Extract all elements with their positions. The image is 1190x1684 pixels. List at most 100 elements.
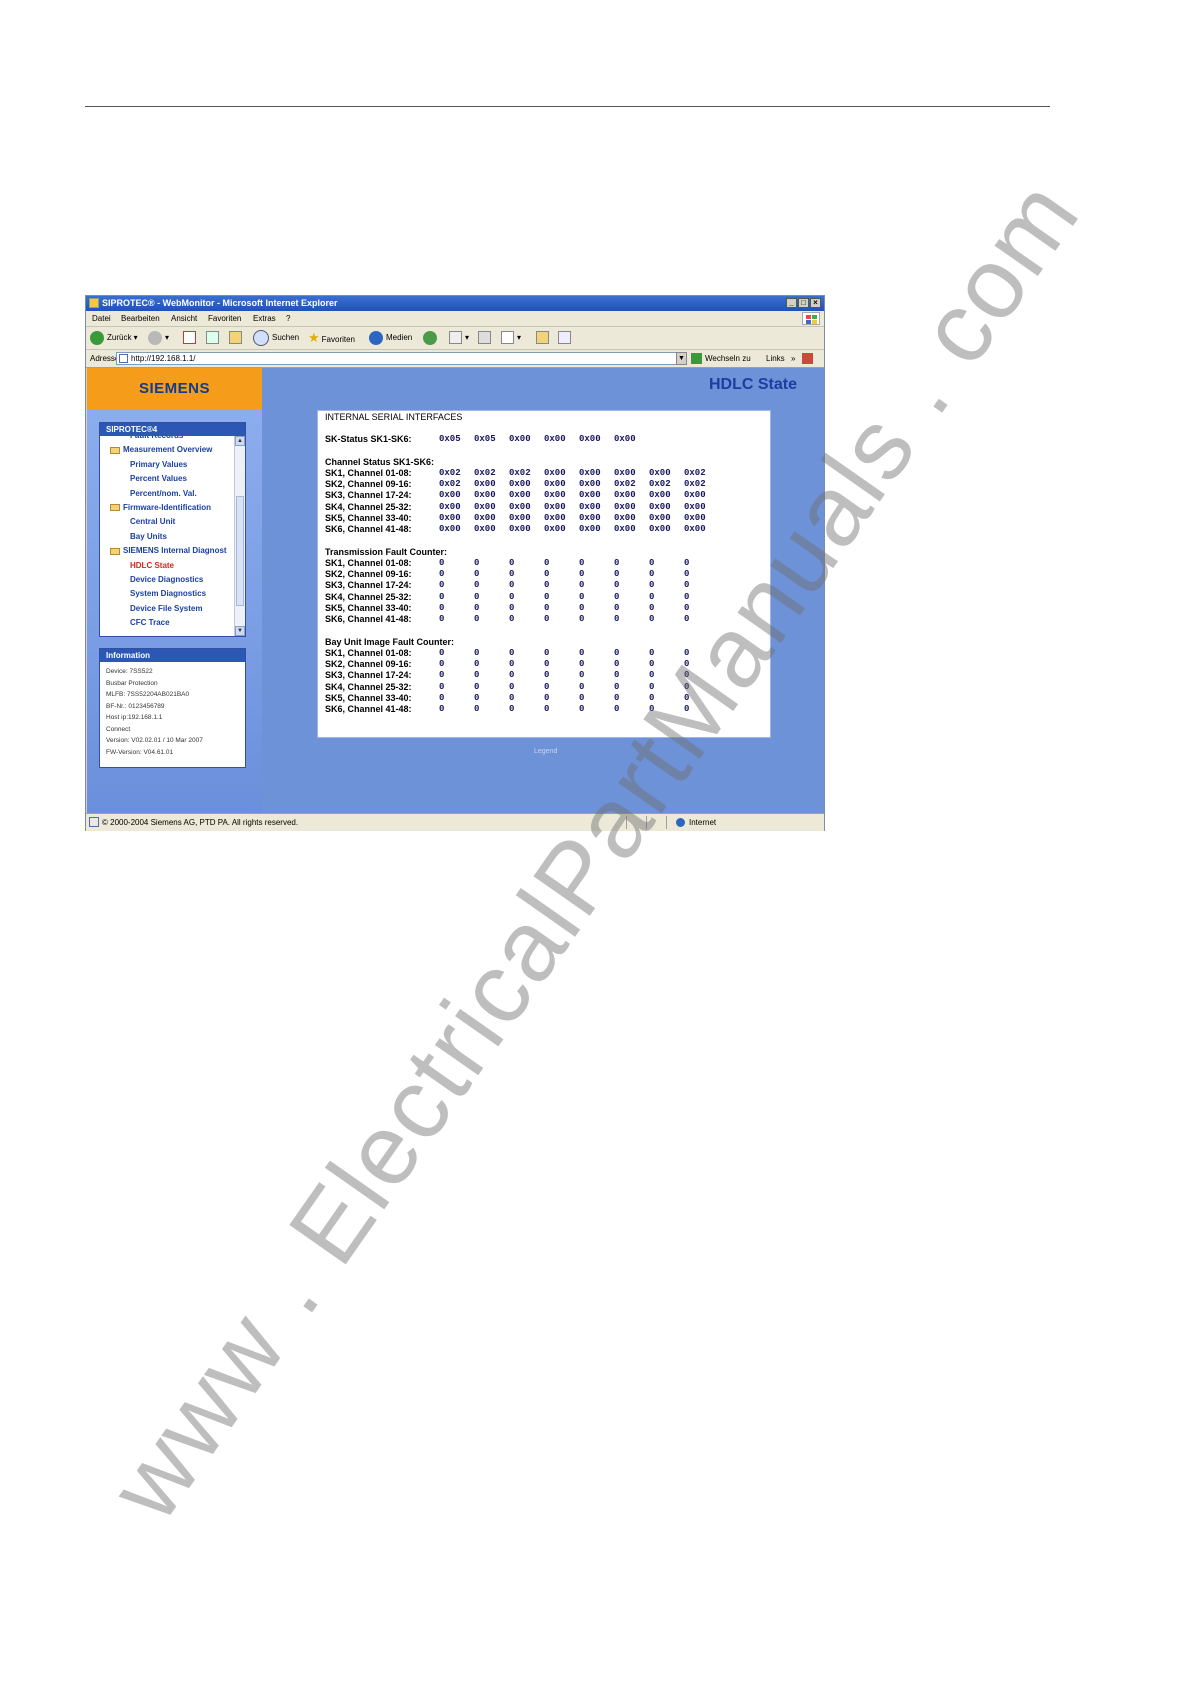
menu-favoriten[interactable]: Favoriten <box>208 311 241 326</box>
favorites-button[interactable]: ★ Favoriten <box>308 330 355 346</box>
channel-status-cell: 0x00 <box>684 490 706 501</box>
bay-fault-cell: 0 <box>509 704 515 714</box>
sidebar-item[interactable]: Percent Values <box>130 474 187 483</box>
forward-arrow-icon <box>148 330 162 345</box>
bay-fault-cell: 0 <box>439 681 445 692</box>
info-line: Connect <box>106 725 131 733</box>
row-label: SK3, Channel 17-24: <box>325 490 412 501</box>
bay-fault-cell: 0 <box>439 659 445 670</box>
home-button[interactable] <box>229 330 245 346</box>
mail-button[interactable]: ▾ <box>449 330 469 346</box>
info-line: Host ip:192.168.1.1 <box>106 714 163 721</box>
scroll-up-icon[interactable]: ▲ <box>235 436 245 446</box>
sidebar-item[interactable]: Device File System <box>130 604 202 613</box>
sidebar-item[interactable]: Primary Values <box>130 460 187 469</box>
search-button[interactable]: Suchen <box>253 330 299 346</box>
discuss-button[interactable] <box>536 330 552 346</box>
channel-status-cell: 0x02 <box>509 468 531 478</box>
navigation-panel: SIPROTEC®4 CFC Trace Device File System Sy… <box>99 422 246 637</box>
sidebar-item[interactable]: SIEMENS Internal Diagnost <box>110 546 227 555</box>
transmission-fault-cell: 0 <box>614 614 620 624</box>
sidebar-item[interactable]: Firmware-Identification <box>110 503 211 512</box>
nav-title: SIPROTEC®4 <box>100 423 245 436</box>
info-line: MLFB: 7SS52204AB021BA0 <box>106 691 190 698</box>
sidebar-item[interactable]: Bay Units <box>130 532 167 541</box>
address-dropdown[interactable]: ▼ <box>676 352 687 365</box>
bay-fault-cell: 0 <box>579 692 585 703</box>
bay-fault-cell: 0 <box>474 670 480 681</box>
bay-fault-cell: 0 <box>684 681 690 692</box>
back-button[interactable]: Zurück ▾ <box>90 330 138 346</box>
bay-fault-cell: 0 <box>544 648 550 658</box>
transmission-fault-cell: 0 <box>614 580 620 591</box>
folder-icon <box>110 504 120 512</box>
address-input[interactable]: http://192.168.1.1/ <box>116 352 684 365</box>
legend-link[interactable]: Legend <box>534 748 557 755</box>
stop-button[interactable] <box>183 330 199 346</box>
bay-fault-cell: 0 <box>614 692 620 703</box>
folder-icon <box>110 547 120 555</box>
channel-status-cell: 0x00 <box>579 524 601 534</box>
transmission-fault-cell: 0 <box>579 580 585 591</box>
channel-status-cell: 0x00 <box>614 524 636 534</box>
sidebar-item[interactable]: Percent/nom. Val. <box>130 489 197 498</box>
transmission-fault-cell: 0 <box>439 591 445 602</box>
sidebar-item[interactable]: Device Diagnostics <box>130 575 203 584</box>
toolbar: Zurück ▾ ▾ Suchen ★ Favoriten Medien ▾ ▾ <box>86 327 824 350</box>
channel-status-cell: 0x02 <box>649 479 671 490</box>
home-icon <box>229 331 242 345</box>
sidebar-item[interactable]: Central Unit <box>130 517 175 526</box>
media-button[interactable]: Medien <box>369 330 412 346</box>
go-arrow-icon[interactable] <box>691 353 702 364</box>
edit-button[interactable]: ▾ <box>501 330 521 346</box>
sidebar-item[interactable]: CFC Trace <box>130 618 170 627</box>
menu-datei[interactable]: Datei <box>92 311 111 326</box>
transmission-fault-cell: 0 <box>544 558 550 568</box>
sidebar-item[interactable]: HDLC State <box>130 561 174 570</box>
scroll-down-icon[interactable]: ▼ <box>235 626 245 636</box>
search-icon <box>253 330 269 346</box>
maximize-button[interactable]: □ <box>798 298 809 308</box>
links-button[interactable]: Links <box>766 350 785 367</box>
status-bar: © 2000-2004 Siemens AG, PTD PA. All righ… <box>86 813 824 831</box>
menu-help[interactable]: ? <box>286 311 290 326</box>
sidebar-item[interactable]: Measurement Overview <box>110 445 212 454</box>
minimize-button[interactable]: _ <box>786 298 797 308</box>
close-button[interactable]: × <box>810 298 821 308</box>
favorites-label: Favoriten <box>321 335 356 344</box>
sidebar-item[interactable]: System Diagnostics <box>130 589 206 598</box>
print-button[interactable] <box>478 330 494 346</box>
menu-ansicht[interactable]: Ansicht <box>171 311 197 326</box>
bay-fault-cell: 0 <box>579 681 585 692</box>
row-label: SK3, Channel 17-24: <box>325 580 412 591</box>
address-url: http://192.168.1.1/ <box>131 354 196 363</box>
menu-bearbeiten[interactable]: Bearbeiten <box>121 311 160 326</box>
bay-fault-cell: 0 <box>614 681 620 692</box>
nav-scrollbar[interactable]: ▲ ▼ <box>234 436 245 636</box>
channel-status-cell: 0x00 <box>509 512 531 523</box>
refresh-button[interactable] <box>206 330 222 346</box>
go-button[interactable]: Wechseln zu <box>705 350 751 367</box>
channel-status-cell: 0x00 <box>509 524 531 534</box>
scroll-thumb[interactable] <box>236 496 244 606</box>
transmission-fault-cell: 0 <box>544 591 550 602</box>
sk-status-label: SK-Status SK1-SK6: <box>325 434 412 444</box>
siemens-logo: SIEMENS <box>87 368 262 410</box>
channel-status-cell: 0x00 <box>649 468 671 478</box>
sidebar-item-label: HDLC State <box>130 560 175 570</box>
transmission-fault-cell: 0 <box>474 591 480 602</box>
transmission-fault-cell: 0 <box>649 580 655 591</box>
stop-icon <box>183 331 196 345</box>
transmission-fault-cell: 0 <box>544 580 550 591</box>
menu-extras[interactable]: Extras <box>253 311 276 326</box>
forward-button[interactable]: ▾ <box>148 330 169 346</box>
messenger-button[interactable] <box>558 330 574 346</box>
sidebar-item-label: CFC Trace <box>130 618 170 628</box>
addon-icon[interactable] <box>802 353 813 364</box>
history-button[interactable] <box>423 330 440 346</box>
transmission-fault-cell: 0 <box>649 591 655 602</box>
chevron-right-icon[interactable]: » <box>791 350 795 367</box>
sidebar-item[interactable]: Fault Records <box>130 436 183 440</box>
page-status-icon <box>89 817 99 827</box>
transmission-fault-cell: 0 <box>579 591 585 602</box>
